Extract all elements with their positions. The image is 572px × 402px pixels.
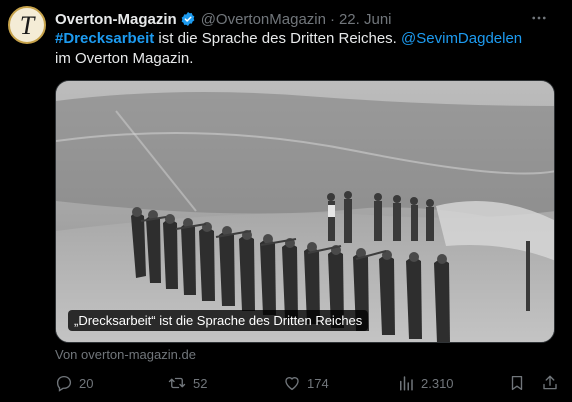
avatar[interactable]: T (8, 6, 46, 44)
retweet-button[interactable]: 52 (167, 374, 207, 392)
display-name[interactable]: Overton-Magazin (55, 11, 177, 28)
retweet-icon (168, 377, 186, 389)
photo-illustration (56, 81, 554, 342)
tweet-header: Overton-Magazin @OvertonMagazin · 22. Ju… (55, 9, 532, 29)
retweet-count: 52 (193, 375, 208, 391)
tweet-date[interactable]: 22. Juni (339, 11, 392, 28)
share-icon (543, 375, 557, 390)
tweet-text-end: im Overton Magazin. (55, 50, 194, 67)
bookmark-button[interactable] (508, 374, 532, 392)
source-link[interactable]: Von overton-magazin.de (55, 347, 196, 362)
verified-badge-icon (180, 11, 196, 27)
separator-dot: · (329, 10, 335, 28)
action-bar: 20 52 174 2.310 (55, 374, 560, 396)
media-caption: „Drecksarbeit“ ist die Sprache des Dritt… (68, 310, 369, 331)
like-button[interactable]: 174 (283, 374, 329, 392)
bookmark-icon (511, 375, 523, 391)
views-icon (400, 376, 413, 391)
reply-button[interactable]: 20 (55, 374, 93, 392)
media-image[interactable]: „Drecksarbeit“ ist die Sprache des Dritt… (55, 80, 555, 343)
more-horizontal-icon[interactable] (528, 8, 550, 28)
mention-link[interactable]: @SevimDagdelen (401, 30, 522, 47)
share-button[interactable] (541, 374, 565, 392)
reply-count: 20 (79, 375, 94, 391)
views-count: 2.310 (421, 375, 454, 391)
reply-icon (56, 375, 72, 392)
hashtag-link[interactable]: #Drecksarbeit (55, 30, 154, 47)
like-count: 174 (307, 375, 329, 391)
heart-icon (285, 377, 299, 391)
handle[interactable]: @OvertonMagazin (201, 11, 326, 28)
views-button[interactable]: 2.310 (397, 374, 454, 392)
tweet-text-middle: ist die Sprache des Dritten Reiches. (154, 30, 402, 47)
avatar-logo-letter: T (19, 11, 35, 40)
tweet-text: #Drecksarbeit ist die Sprache des Dritte… (55, 29, 535, 69)
